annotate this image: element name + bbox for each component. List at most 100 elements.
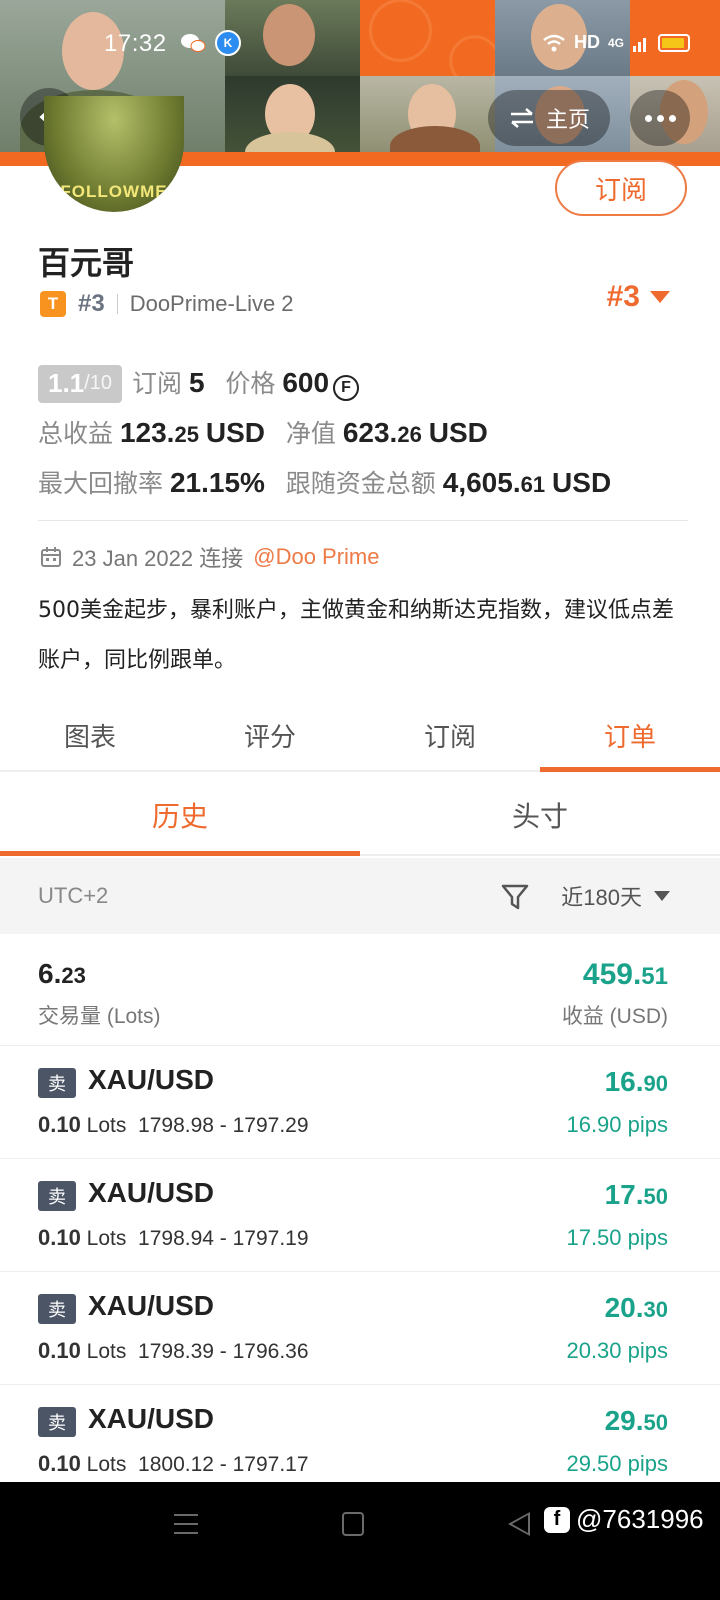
timezone-label: UTC+2 bbox=[38, 883, 109, 908]
rank-value: #3 bbox=[606, 280, 640, 313]
order-profit-dec: 30 bbox=[643, 1297, 668, 1322]
order-profit-dec: 50 bbox=[643, 1184, 668, 1209]
order-pips: 17.50 pips bbox=[566, 1225, 668, 1250]
equity-dec: 26 bbox=[397, 422, 422, 447]
order-profit: 29.50 bbox=[605, 1405, 668, 1437]
order-lots-unit: Lots bbox=[86, 1340, 127, 1363]
status-time: 17:32 bbox=[104, 30, 167, 57]
wifi-icon bbox=[543, 34, 565, 51]
tab-chart[interactable]: 图表 bbox=[0, 700, 180, 770]
avatar-text: FOLLOWME bbox=[60, 182, 168, 201]
main-tabs: 图表 评分 订阅 订单 bbox=[0, 700, 720, 772]
order-profit-dec: 50 bbox=[643, 1410, 668, 1435]
order-lots: 0.10 bbox=[38, 1112, 81, 1137]
back-triangle-icon[interactable] bbox=[508, 1512, 530, 1536]
side-badge: 卖 bbox=[38, 1181, 76, 1211]
total-profit-label: 收益 (USD) bbox=[561, 1005, 668, 1028]
subscribe-count-label: 订阅 bbox=[131, 370, 182, 398]
order-profit: 17.50 bbox=[605, 1179, 668, 1211]
dot bbox=[668, 114, 676, 122]
order-symbol: XAU/USD bbox=[88, 1403, 215, 1434]
tier-badge: T bbox=[40, 291, 66, 317]
order-detail: 0.10 Lots 1798.39 - 1796.36 bbox=[38, 1338, 309, 1364]
equity-label: 净值 bbox=[285, 420, 336, 448]
order-lots: 0.10 bbox=[38, 1338, 81, 1363]
tab-orders[interactable]: 订单 bbox=[540, 700, 720, 772]
side-badge: 卖 bbox=[38, 1068, 76, 1098]
side-badge: 卖 bbox=[38, 1407, 76, 1437]
order-symbol: XAU/USD bbox=[88, 1064, 215, 1095]
order-lots: 0.10 bbox=[38, 1451, 81, 1476]
order-prices: 1798.39 - 1796.36 bbox=[138, 1340, 309, 1363]
side-badge: 卖 bbox=[38, 1294, 76, 1324]
total-lots: 6.23 bbox=[38, 958, 86, 990]
order-prices: 1798.94 - 1797.19 bbox=[138, 1227, 309, 1250]
trader-tags: T #3 DooPrime-Live 2 bbox=[40, 288, 294, 320]
follow-funds-dec: 61 bbox=[520, 472, 546, 497]
watermark: f @7631996 bbox=[544, 1504, 704, 1535]
order-pips: 29.50 pips bbox=[566, 1451, 668, 1476]
equity-unit: USD bbox=[428, 417, 488, 448]
subscribe-count: 5 bbox=[188, 367, 205, 398]
connection-row: 23 Jan 2022 连接 @Doo Prime bbox=[40, 542, 380, 572]
order-row[interactable]: 卖 XAU/USD 0.10 Lots 1798.94 - 1797.19 17… bbox=[0, 1159, 720, 1272]
caret-down-icon bbox=[650, 291, 670, 303]
stats-panel: 1.1 /10 订阅 5 价格 600 F 总收益 123. 25 USD 净值 … bbox=[38, 364, 688, 514]
order-lots-unit: Lots bbox=[86, 1453, 127, 1476]
rank-label: #3 bbox=[78, 290, 105, 317]
home-square-icon[interactable] bbox=[342, 1512, 364, 1536]
caret-down-icon bbox=[654, 891, 670, 901]
order-prices: 1800.12 - 1797.17 bbox=[138, 1453, 309, 1476]
app-notification-icon: K bbox=[215, 30, 241, 56]
order-profit-dec: 90 bbox=[643, 1071, 668, 1096]
range-label: 近180天 bbox=[561, 885, 642, 910]
price-label: 价格 bbox=[225, 370, 276, 398]
filter-icon[interactable] bbox=[500, 882, 530, 912]
max-drawdown-value: 21.15% bbox=[169, 467, 265, 498]
divider bbox=[38, 520, 688, 521]
cellular-label: 4G bbox=[607, 35, 624, 50]
total-profit-dec: 25 bbox=[174, 422, 199, 447]
total-lots-dec: 23 bbox=[61, 963, 86, 988]
broker-link[interactable]: @Doo Prime bbox=[253, 544, 379, 570]
coin-icon: F bbox=[333, 375, 360, 401]
range-dropdown[interactable]: 近180天 bbox=[561, 880, 670, 912]
trader-name: 百元哥 bbox=[38, 244, 135, 282]
order-profit-int: 16. bbox=[604, 1066, 644, 1097]
follow-funds-int: 4,605. bbox=[442, 467, 521, 498]
total-lots-int: 6. bbox=[38, 958, 62, 989]
order-pips: 20.30 pips bbox=[566, 1338, 668, 1363]
server-name: DooPrime-Live 2 bbox=[129, 291, 294, 316]
score-max: /10 bbox=[84, 372, 112, 394]
order-symbol: XAU/USD bbox=[88, 1290, 215, 1321]
order-row[interactable]: 卖 XAU/USD 0.10 Lots 1798.98 - 1797.29 16… bbox=[0, 1046, 720, 1159]
order-lots: 0.10 bbox=[38, 1225, 81, 1250]
switch-home-button[interactable]: 主页 bbox=[488, 90, 610, 146]
calendar-icon bbox=[41, 547, 61, 567]
strategy-description: 500美金起步，暴利账户，主做黄金和纳斯达克指数，建议低点差账户，同比例跟单。 bbox=[38, 598, 674, 673]
tab-subscribe[interactable]: 订阅 bbox=[360, 700, 540, 770]
subscribe-button[interactable]: 订阅 bbox=[555, 160, 687, 216]
order-detail: 0.10 Lots 1798.94 - 1797.19 bbox=[38, 1225, 309, 1251]
total-profit-label: 总收益 bbox=[38, 420, 114, 448]
menu-icon[interactable] bbox=[174, 1514, 198, 1534]
tab-rating[interactable]: 评分 bbox=[180, 700, 360, 770]
equity-int: 623. bbox=[342, 417, 398, 448]
max-drawdown-label: 最大回撤率 bbox=[38, 470, 164, 498]
subtab-history[interactable]: 历史 bbox=[0, 776, 360, 856]
order-prices: 1798.98 - 1797.29 bbox=[138, 1114, 309, 1137]
subtab-positions[interactable]: 头寸 bbox=[360, 776, 720, 854]
status-bar: 17:32 K HD 4G bbox=[0, 0, 720, 88]
order-profit-int: 20. bbox=[604, 1292, 644, 1323]
rank-dropdown[interactable]: #3 bbox=[607, 280, 670, 314]
battery-icon bbox=[658, 33, 690, 52]
score-value: 1.1 bbox=[48, 368, 85, 398]
order-profit-int: 29. bbox=[604, 1405, 644, 1436]
swap-icon bbox=[510, 108, 533, 128]
more-button[interactable] bbox=[630, 90, 690, 146]
total-profit-dec: 51 bbox=[641, 963, 668, 990]
total-profit-int: 459. bbox=[582, 958, 642, 991]
avatar[interactable]: FOLLOWME bbox=[44, 96, 184, 212]
order-row[interactable]: 卖 XAU/USD 0.10 Lots 1798.39 - 1796.36 20… bbox=[0, 1272, 720, 1385]
total-profit-int: 123. bbox=[119, 417, 175, 448]
